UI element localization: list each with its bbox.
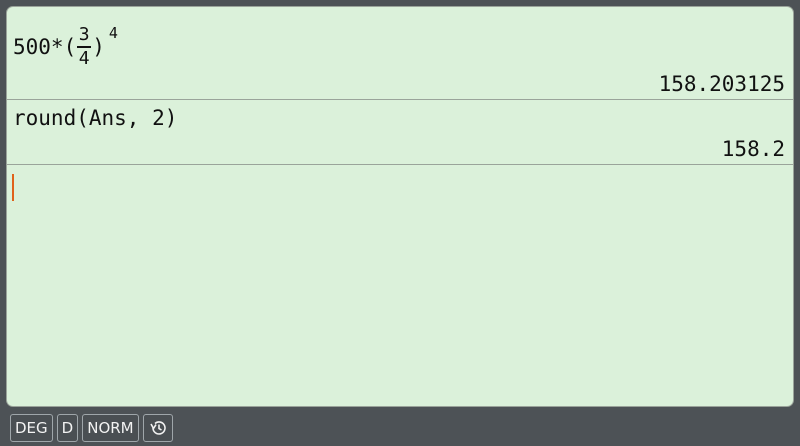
exponent: 4 (108, 24, 118, 42)
fraction: 3 4 (77, 24, 92, 69)
history-entry[interactable]: 500*( 3 4 ) 4 158.203125 (7, 7, 793, 99)
fraction-numerator: 3 (78, 24, 90, 46)
result: 158.2 (721, 137, 785, 161)
expression: round(Ans, 2) (13, 106, 178, 130)
history-button[interactable] (142, 414, 173, 442)
history-entry[interactable]: round(Ans, 2) 158.2 (7, 100, 793, 164)
status-bar: DEG D NORM (10, 414, 173, 442)
expression-suffix: ) (92, 35, 105, 59)
display-mode-indicator[interactable]: D (56, 414, 79, 442)
result: 158.203125 (658, 72, 785, 96)
calculator-display[interactable]: 500*( 3 4 ) 4 158.203125 round(Ans, 2) 1… (6, 6, 794, 407)
expression-prefix: 500*( (13, 35, 77, 59)
history-icon (148, 419, 168, 437)
number-format-indicator[interactable]: NORM (82, 414, 139, 442)
fraction-denominator: 4 (78, 47, 90, 69)
calculator-window: 500*( 3 4 ) 4 158.203125 round(Ans, 2) 1… (0, 0, 800, 446)
text-cursor[interactable] (12, 174, 14, 201)
divider (7, 164, 793, 165)
expression: 500*( 3 4 ) 4 (13, 24, 118, 69)
angle-mode-indicator[interactable]: DEG (10, 414, 53, 442)
